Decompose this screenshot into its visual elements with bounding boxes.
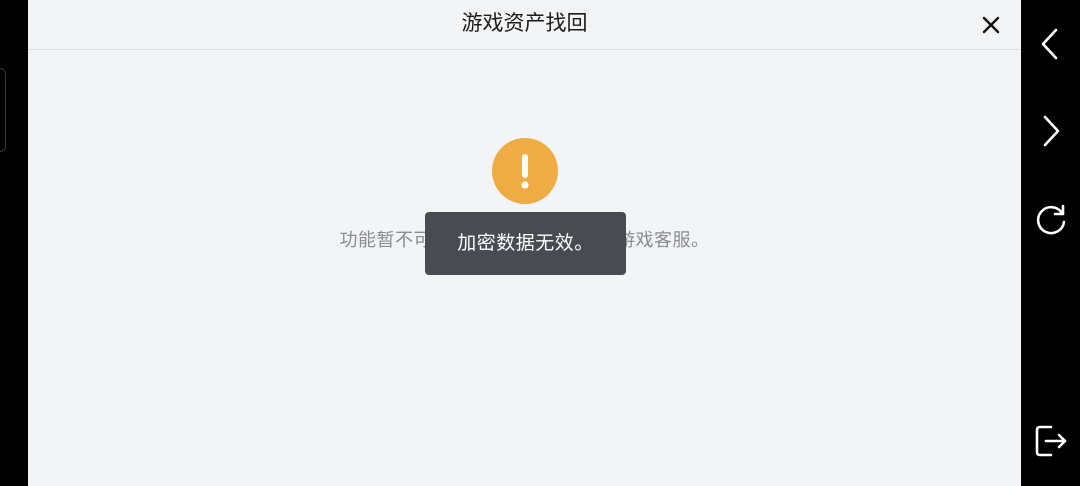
side-nav-bar: [1021, 0, 1080, 486]
back-icon: [1041, 28, 1058, 60]
close-button[interactable]: [979, 13, 1003, 37]
refresh-button[interactable]: [1031, 200, 1071, 240]
refresh-icon: [1036, 204, 1066, 235]
panel-header: 游戏资产找回: [28, 0, 1021, 50]
back-button[interactable]: [1031, 24, 1071, 64]
exit-icon: [1035, 425, 1067, 457]
exit-button[interactable]: [1031, 421, 1071, 461]
forward-icon: [1043, 115, 1060, 147]
toast-notification: 加密数据无效。: [425, 212, 626, 275]
forward-button[interactable]: [1031, 111, 1071, 151]
warning-icon: [492, 138, 558, 204]
left-edge-bar: [0, 0, 28, 486]
asset-recovery-panel: 游戏资产找回 功能暂不可用，请稍后再试或联系游戏客服。 加密数据无效。: [28, 0, 1021, 486]
page-title: 游戏资产找回: [461, 11, 588, 35]
edge-handle[interactable]: [0, 68, 6, 152]
close-icon: [982, 16, 1000, 34]
